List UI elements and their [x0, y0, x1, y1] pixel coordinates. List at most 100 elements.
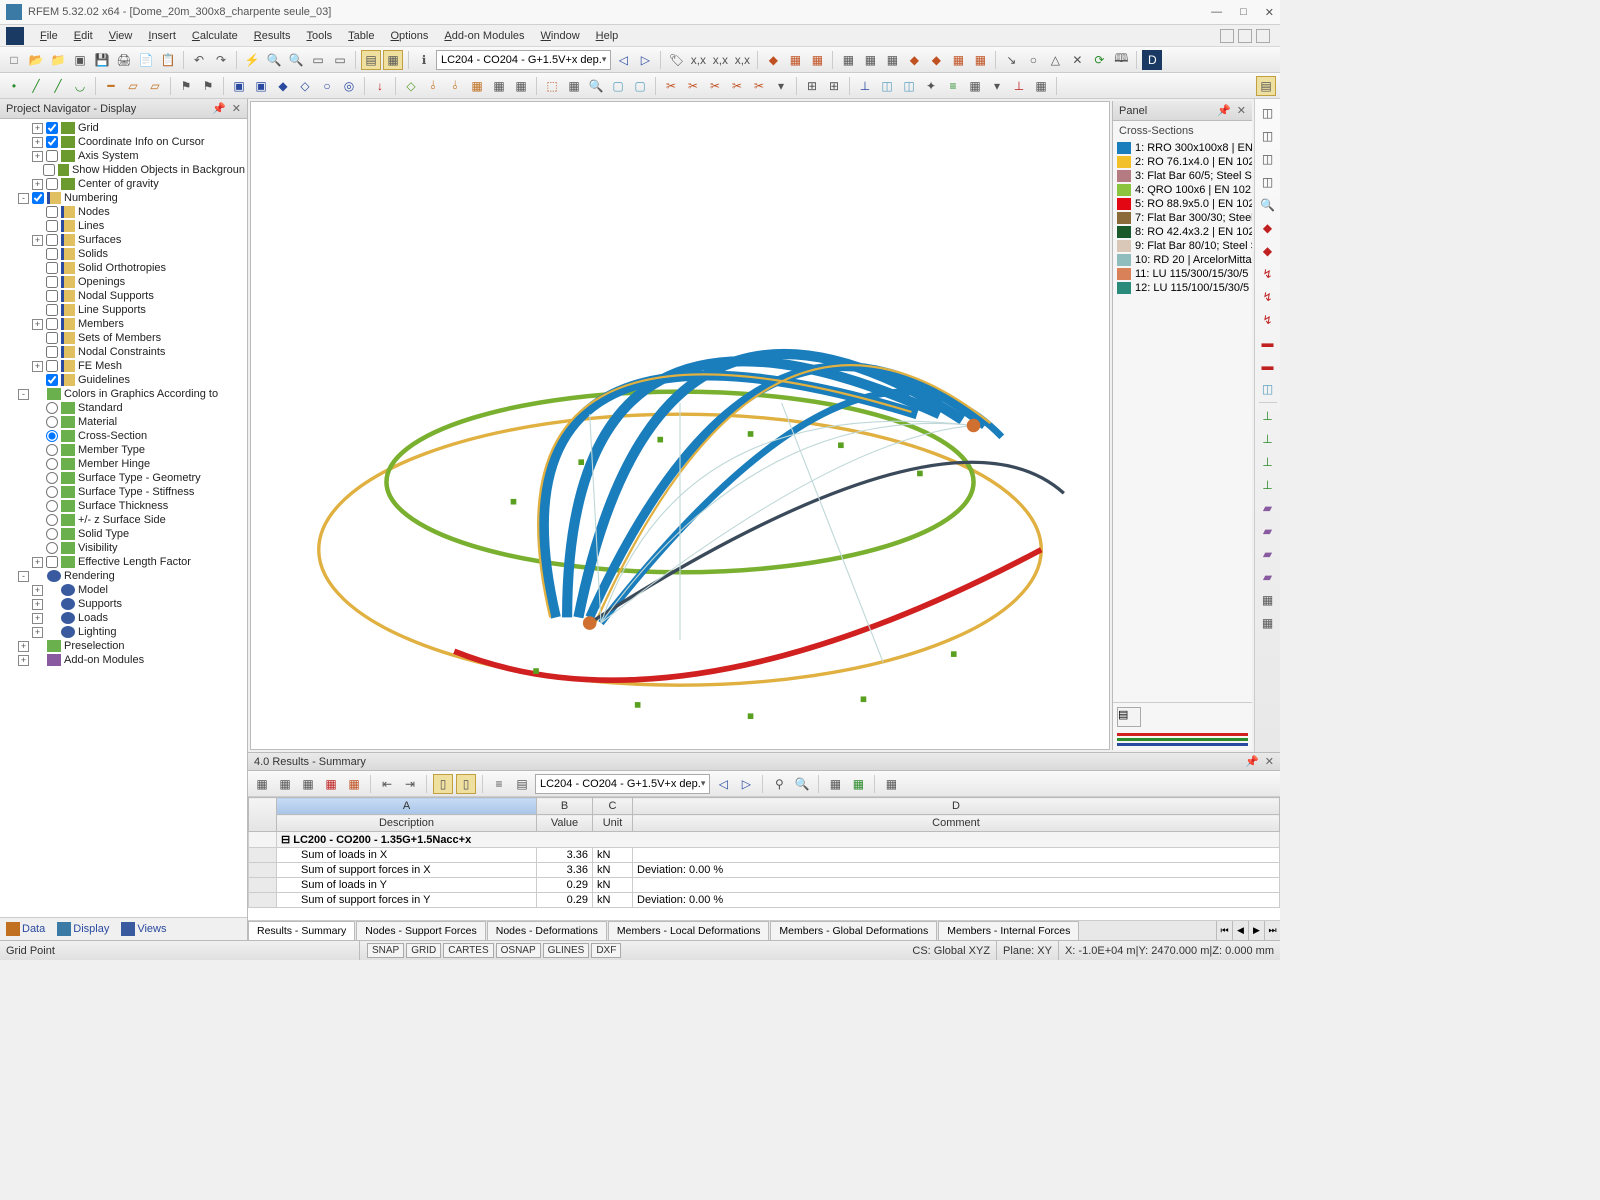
toggle-xxx2-icon[interactable]: x,x [710, 50, 730, 70]
clip-icon[interactable]: ✂ [661, 76, 681, 96]
tree-guidelines[interactable]: Guidelines [0, 373, 247, 387]
flag-icon[interactable]: ⚑ [176, 76, 196, 96]
menu-add-on-modules[interactable]: Add-on Modules [436, 28, 532, 44]
hinge-icon[interactable]: ◇ [401, 76, 421, 96]
vt-b-icon[interactable]: ◆ [1258, 241, 1278, 261]
undo-icon[interactable]: ↶ [189, 50, 209, 70]
close-panel-icon[interactable]: ✕ [1265, 755, 1274, 768]
rt-j-icon[interactable]: ▦ [825, 774, 845, 794]
nav-tab-views[interactable]: Views [121, 922, 166, 936]
vt-o-icon[interactable]: ▰ [1258, 544, 1278, 564]
support4-icon[interactable]: ◇ [295, 76, 315, 96]
close-panel-icon[interactable]: ✕ [1237, 104, 1246, 117]
help-icon[interactable]: 🕮 [1111, 50, 1131, 70]
cross-section-item[interactable]: 12: LU 115/100/15/30/5 [1113, 281, 1252, 295]
col-B[interactable]: B [537, 798, 593, 815]
menu-results[interactable]: Results [246, 28, 299, 44]
tool-a-icon[interactable]: ◆ [904, 50, 924, 70]
tree-cross-section[interactable]: Cross-Section [0, 429, 247, 443]
nav-tab-data[interactable]: Data [6, 922, 45, 936]
toggle-panel-icon[interactable]: ▤ [1256, 76, 1276, 96]
toggle-nav-icon[interactable]: ▤ [361, 50, 381, 70]
menu-view[interactable]: View [101, 28, 141, 44]
results-tab-3[interactable]: Members - Local Deformations [608, 921, 770, 940]
mdi-minimize-button[interactable] [1220, 29, 1234, 43]
results-tab-4[interactable]: Members - Global Deformations [770, 921, 937, 940]
toggle-table-icon[interactable]: ▦ [383, 50, 403, 70]
tool-d-icon[interactable]: ▦ [970, 50, 990, 70]
vt-g-icon[interactable]: ▬ [1258, 356, 1278, 376]
table-row[interactable]: Sum of support forces in X3.36kNDeviatio… [249, 863, 1280, 878]
zoom-icon[interactable]: 🔍 [264, 50, 284, 70]
vt-k-icon[interactable]: ⊥ [1258, 452, 1278, 472]
rt-prev-icon[interactable]: ⇤ [377, 774, 397, 794]
model-data3-icon[interactable]: ▦ [807, 50, 827, 70]
tree-solids[interactable]: Solids [0, 247, 247, 261]
tree-fe-mesh[interactable]: +FE Mesh [0, 359, 247, 373]
tree-surface-type-geometry[interactable]: Surface Type - Geometry [0, 471, 247, 485]
spring3-icon[interactable]: ▦ [467, 76, 487, 96]
toggle-xxx3-icon[interactable]: x,x [732, 50, 752, 70]
vt-iso-icon[interactable]: ◫ [1258, 103, 1278, 123]
tree-members[interactable]: +Members [0, 317, 247, 331]
cross-section-item[interactable]: 1: RRO 300x100x8 | EN [1113, 141, 1252, 155]
save-icon[interactable]: 💾 [92, 50, 112, 70]
results-tab-1[interactable]: Nodes - Support Forces [356, 921, 485, 940]
vt-l-icon[interactable]: ⊥ [1258, 475, 1278, 495]
refresh-icon[interactable]: ⟳ [1089, 50, 1109, 70]
axis-icon[interactable]: ⊥ [855, 76, 875, 96]
rt-f-icon[interactable]: ▯ [433, 774, 453, 794]
grid2-icon[interactable]: ▦ [860, 50, 880, 70]
redo-icon[interactable]: ↷ [211, 50, 231, 70]
clip3-icon[interactable]: ✂ [705, 76, 725, 96]
support2-icon[interactable]: ▣ [251, 76, 271, 96]
box-icon[interactable]: ▢ [608, 76, 628, 96]
tool-b-icon[interactable]: ◆ [926, 50, 946, 70]
spring2-icon[interactable]: ⫰ [445, 76, 465, 96]
menu-window[interactable]: Window [533, 28, 588, 44]
tree-rendering[interactable]: -Rendering [0, 569, 247, 583]
clip5-icon[interactable]: ✂ [749, 76, 769, 96]
tree-surfaces[interactable]: +Surfaces [0, 233, 247, 247]
menu-edit[interactable]: Edit [66, 28, 101, 44]
menu-help[interactable]: Help [588, 28, 627, 44]
surface-icon[interactable]: ▱ [123, 76, 143, 96]
measure-icon[interactable]: ↘ [1001, 50, 1021, 70]
results-loadcase-combo[interactable]: LC204 - CO204 - G+1.5V+x dep.▾ [535, 774, 710, 794]
tree-loads[interactable]: +Loads [0, 611, 247, 625]
rt-a-icon[interactable]: ▦ [252, 774, 272, 794]
tool-e-icon[interactable]: ✦ [921, 76, 941, 96]
rt-i-icon[interactable]: ▤ [512, 774, 532, 794]
vt-front-icon[interactable]: ◫ [1258, 149, 1278, 169]
table-row[interactable]: Sum of support forces in Y0.29kNDeviatio… [249, 893, 1280, 908]
rt-prev-lc-icon[interactable]: ◁ [713, 774, 733, 794]
copy-icon[interactable]: 📄 [136, 50, 156, 70]
tab-nav-arrow[interactable]: ⏭ [1264, 921, 1280, 940]
print-icon[interactable]: 🖨 [114, 50, 134, 70]
cross-section-item[interactable]: 4: QRO 100x6 | EN 1021 [1113, 183, 1252, 197]
menu-tools[interactable]: Tools [298, 28, 340, 44]
toggle-xxx-icon[interactable]: x,x [688, 50, 708, 70]
rt-b-icon[interactable]: ▦ [275, 774, 295, 794]
menu-options[interactable]: Options [382, 28, 436, 44]
zoom-window-icon[interactable]: 🔍 [286, 50, 306, 70]
tree-surface-thickness[interactable]: Surface Thickness [0, 499, 247, 513]
tree-nodal-supports[interactable]: Nodal Supports [0, 289, 247, 303]
clip4-icon[interactable]: ✂ [727, 76, 747, 96]
arc-icon[interactable]: ◡ [70, 76, 90, 96]
box2-icon[interactable]: ▢ [630, 76, 650, 96]
grid-icon[interactable]: ▦ [838, 50, 858, 70]
new-file-icon[interactable]: □ [4, 50, 24, 70]
vt-i-icon[interactable]: ⊥ [1258, 406, 1278, 426]
pin-icon[interactable]: 📌 [212, 102, 226, 115]
snap-cartes[interactable]: CARTES [443, 943, 493, 958]
col-comment[interactable]: Comment [633, 815, 1280, 832]
support6-icon[interactable]: ◎ [339, 76, 359, 96]
tool-c-icon[interactable]: ▦ [948, 50, 968, 70]
maximize-button[interactable]: □ [1240, 6, 1247, 19]
tab-nav-arrow[interactable]: ▶ [1248, 921, 1264, 940]
vt-j-icon[interactable]: ⊥ [1258, 429, 1278, 449]
spring-icon[interactable]: ⫰ [423, 76, 443, 96]
pin-icon[interactable]: 📌 [1245, 755, 1259, 768]
tree-center-of-gravity[interactable]: +Center of gravity [0, 177, 247, 191]
